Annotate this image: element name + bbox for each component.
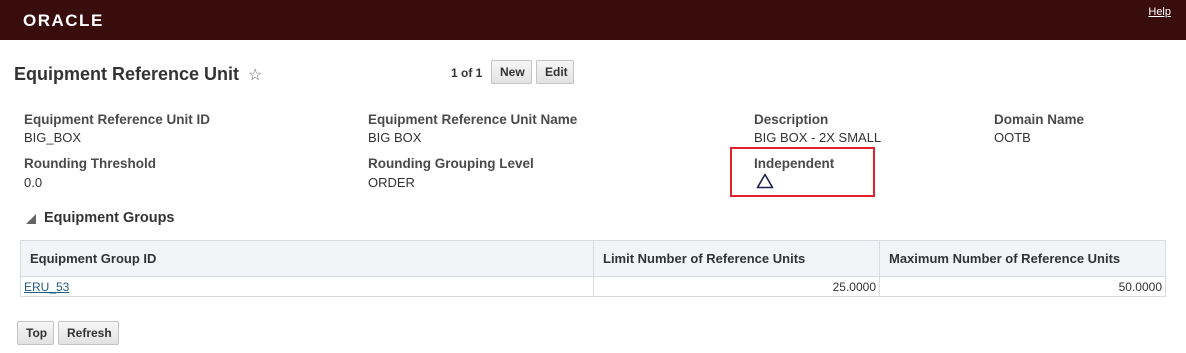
record-pager: 1 of 1 <box>451 66 483 80</box>
edit-button[interactable]: Edit <box>536 60 574 84</box>
description-label: Description <box>754 112 829 127</box>
rounding-grouping-label: Rounding Grouping Level <box>368 156 534 171</box>
top-header-bar: ORACLE Help <box>0 0 1186 40</box>
rounding-threshold-value: 0.0 <box>24 175 43 190</box>
section-title: Equipment Groups <box>44 210 175 226</box>
triangle-outline-icon <box>756 173 774 189</box>
table-cell: 25.0000 <box>594 277 880 296</box>
table-cell: 50.0000 <box>1118 279 1162 294</box>
oracle-logo: ORACLE <box>23 11 104 30</box>
eru-name-value: BIG BOX <box>368 130 422 145</box>
description-value: BIG BOX - 2X SMALL <box>754 130 882 145</box>
page-title: Equipment Reference Unit <box>14 64 240 84</box>
table-header-row: Equipment Group ID Limit Number of Refer… <box>21 241 1165 277</box>
equipment-groups-table: Equipment Group ID Limit Number of Refer… <box>20 240 1166 297</box>
eru-id-value: BIG_BOX <box>24 130 82 145</box>
top-button[interactable]: Top <box>17 321 54 345</box>
eru-id-label: Equipment Reference Unit ID <box>24 112 211 127</box>
collapse-triangle-icon[interactable] <box>26 214 36 224</box>
new-button[interactable]: New <box>491 60 532 84</box>
eru-name-label: Equipment Reference Unit Name <box>368 112 578 127</box>
refresh-button[interactable]: Refresh <box>58 321 119 345</box>
rounding-threshold-label: Rounding Threshold <box>24 156 156 171</box>
rounding-grouping-value: ORDER <box>368 175 415 190</box>
independent-label: Independent <box>754 156 835 171</box>
column-header[interactable]: Equipment Group ID <box>21 241 594 276</box>
independent-highlight-box <box>730 147 875 197</box>
domain-name-label: Domain Name <box>994 112 1085 127</box>
domain-name-value: OOTB <box>994 130 1031 145</box>
help-link[interactable]: Help <box>1148 6 1171 18</box>
column-header[interactable]: Limit Number of Reference Units <box>594 241 880 276</box>
table-cell: ERU_53 <box>21 277 594 296</box>
equipment-group-link[interactable]: ERU_53 <box>24 280 69 294</box>
column-header[interactable]: Maximum Number of Reference Units <box>880 241 1165 276</box>
star-outline-icon[interactable]: ☆ <box>248 65 262 85</box>
table-row: ERU_53 25.0000 50.0000 <box>21 277 1165 296</box>
